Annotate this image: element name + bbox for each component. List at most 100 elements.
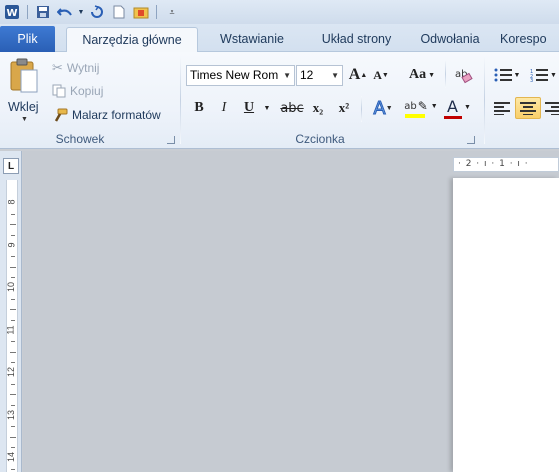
group-divider <box>361 96 362 122</box>
paste-icon <box>10 58 38 93</box>
qat-separator <box>27 5 28 19</box>
tab-mailings[interactable]: Korespo <box>500 27 559 52</box>
copy-button[interactable]: Kopiuj <box>52 84 103 98</box>
tab-selector-button[interactable]: L <box>3 158 19 174</box>
open-icon[interactable] <box>131 2 151 22</box>
vertical-ruler-tick <box>11 277 15 279</box>
align-left-icon <box>494 102 510 115</box>
vertical-ruler-tick <box>11 213 15 215</box>
paste-dropdown-icon: ▼ <box>21 116 28 123</box>
vertical-ruler-number: 13 <box>6 409 17 420</box>
change-case-icon: Aa <box>408 67 427 82</box>
numbering-icon: 123 <box>530 69 549 82</box>
strikethrough-icon: abc <box>280 100 304 116</box>
qat-separator <box>156 5 157 19</box>
vertical-ruler-scale: 8 9 10 11 12 13 14 <box>6 180 18 472</box>
undo-dropdown-icon[interactable]: ▼ <box>77 2 85 22</box>
font-size-value: 12 <box>300 68 314 82</box>
superscript-button[interactable]: x² <box>334 97 354 119</box>
format-painter-button[interactable]: Malarz formatów <box>52 108 161 122</box>
underline-button[interactable]: U <box>240 97 258 119</box>
group-divider <box>484 56 485 144</box>
vertical-ruler-tick <box>11 319 15 321</box>
paste-label: Wklej <box>8 100 39 114</box>
clipboard-dialog-launcher[interactable] <box>167 136 175 144</box>
vertical-ruler-number: 14 <box>6 451 17 463</box>
vertical-ruler-tick <box>10 394 16 396</box>
clipboard-group-label: Schowek <box>55 132 105 146</box>
quick-access-toolbar: W ▼ ⩡ <box>0 0 559 24</box>
bold-button[interactable]: B <box>190 97 208 119</box>
align-right-button[interactable] <box>545 97 559 119</box>
group-divider <box>180 56 181 144</box>
tab-page-layout[interactable]: Układ strony <box>305 27 408 52</box>
align-center-icon <box>520 102 536 115</box>
vertical-ruler-tick <box>10 224 16 226</box>
font-name-combo[interactable]: Times New Rom ▼ <box>186 65 295 86</box>
vertical-ruler-tick <box>11 362 15 364</box>
vertical-ruler-tick <box>10 309 16 311</box>
highlight-color-bar <box>405 113 425 118</box>
vertical-ruler-tick <box>11 234 15 236</box>
group-divider <box>445 60 446 88</box>
horizontal-ruler[interactable]: · 2 · ı · 1 · ı · <box>453 157 559 172</box>
customize-qat-icon[interactable]: ⩡ <box>162 2 182 22</box>
redo-icon[interactable] <box>87 2 107 22</box>
ribbon: Wklej ▼ ✂ Wytnij Kopiuj Malarz formatów … <box>0 52 559 149</box>
align-left-button[interactable] <box>491 97 513 119</box>
svg-text:3: 3 <box>530 78 533 82</box>
vertical-ruler-tick <box>11 256 15 258</box>
vertical-ruler-number: 12 <box>6 366 17 378</box>
scissors-icon: ✂ <box>52 60 63 75</box>
tab-home[interactable]: Narzędzia główne <box>66 27 198 53</box>
font-size-combo[interactable]: 12 ▼ <box>296 65 343 86</box>
vertical-ruler-tick <box>10 436 16 438</box>
chevron-down-icon[interactable]: ▼ <box>331 66 339 85</box>
grow-font-icon: A <box>348 66 361 83</box>
document-page[interactable] <box>453 178 559 472</box>
font-color-icon: A <box>447 97 458 116</box>
shrink-font-icon: A <box>373 67 382 82</box>
text-effects-icon: A <box>373 97 386 119</box>
vertical-ruler-tick <box>11 447 15 449</box>
font-color-button[interactable]: A ▼ <box>443 97 475 119</box>
highlight-icon: ab <box>404 100 417 112</box>
italic-button[interactable]: I <box>215 97 233 119</box>
vertical-ruler-tick <box>11 383 15 385</box>
align-center-button[interactable] <box>515 97 541 119</box>
change-case-button[interactable]: Aa ▼ <box>406 64 438 86</box>
cut-button[interactable]: ✂ Wytnij <box>52 60 99 76</box>
cut-label: Wytnij <box>66 61 100 75</box>
font-dialog-launcher[interactable] <box>467 136 475 144</box>
vertical-ruler-number: 8 <box>6 199 17 205</box>
font-group-label: Czcionka <box>295 132 345 146</box>
new-document-icon[interactable] <box>109 2 129 22</box>
vertical-ruler-number: 9 <box>6 241 17 248</box>
word-icon[interactable]: W <box>2 2 22 22</box>
undo-icon[interactable] <box>55 2 75 22</box>
numbering-button[interactable]: 123 ▼ <box>528 64 559 86</box>
copy-label: Kopiuj <box>70 84 104 98</box>
paste-button[interactable]: Wklej ▼ <box>4 56 44 128</box>
save-icon[interactable] <box>33 2 53 22</box>
tab-insert[interactable]: Wstawianie <box>204 27 300 52</box>
chevron-down-icon[interactable]: ▼ <box>283 66 291 85</box>
underline-icon: U <box>243 100 255 115</box>
underline-dropdown[interactable]: ▼ <box>262 97 272 119</box>
shrink-font-button[interactable]: A ▼ <box>372 64 390 86</box>
strikethrough-button[interactable]: abc <box>280 97 304 119</box>
vertical-ruler-tick <box>11 298 15 300</box>
subscript-button[interactable]: x₂ <box>308 97 328 119</box>
clear-formatting-button[interactable]: ab <box>453 64 475 86</box>
tab-file[interactable]: Plik <box>0 26 55 52</box>
vertical-ruler-tick <box>11 426 15 428</box>
vertical-ruler-tick <box>11 468 15 470</box>
vertical-ruler-number: 11 <box>5 324 16 335</box>
bullets-button[interactable]: ▼ <box>492 64 522 86</box>
tab-references[interactable]: Odwołania <box>410 27 490 52</box>
vertical-ruler-tick <box>11 341 15 343</box>
text-effects-button[interactable]: A ▼ <box>368 97 398 119</box>
grow-font-button[interactable]: A ▲ <box>348 64 368 86</box>
highlight-button[interactable]: ab ✎ ▼ <box>403 97 439 119</box>
vertical-ruler-number: 10 <box>6 281 17 293</box>
